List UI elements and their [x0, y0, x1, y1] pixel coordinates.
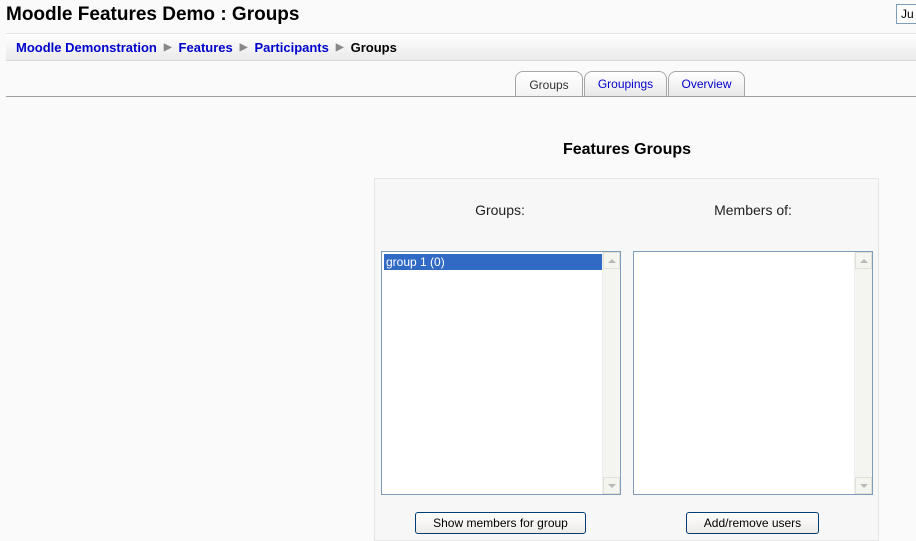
members-scrollbar[interactable]: [854, 252, 872, 494]
arrow-down-icon: [607, 483, 616, 488]
page-title: Moodle Features Demo : Groups: [6, 4, 300, 25]
breadcrumb-separator-icon: ▶: [335, 42, 344, 53]
members-listbox[interactable]: [633, 251, 873, 495]
arrow-down-icon: [859, 483, 868, 488]
breadcrumb: Moodle Demonstration ▶ Features ▶ Partic…: [16, 40, 397, 55]
groups-scrollbar[interactable]: [602, 252, 620, 494]
navbar: Moodle Demonstration ▶ Features ▶ Partic…: [6, 33, 916, 61]
tab-overview[interactable]: Overview: [668, 71, 745, 96]
members-label: Members of:: [714, 202, 792, 218]
scroll-down-button[interactable]: [855, 477, 872, 494]
tab-groupings[interactable]: Groupings: [584, 71, 667, 96]
arrow-up-icon: [859, 258, 868, 263]
show-members-button[interactable]: Show members for group: [415, 512, 586, 534]
breadcrumb-link-participants[interactable]: Participants: [254, 40, 328, 55]
scroll-up-button[interactable]: [603, 252, 620, 269]
breadcrumb-link-features[interactable]: Features: [179, 40, 233, 55]
groups-label: Groups:: [475, 202, 525, 218]
groups-heading: Features Groups: [562, 141, 692, 158]
tab-groups[interactable]: Groups: [515, 71, 583, 97]
scroll-down-button[interactable]: [603, 477, 620, 494]
scroll-up-button[interactable]: [855, 252, 872, 269]
jump-to-select[interactable]: Ju: [896, 4, 916, 24]
add-remove-users-button[interactable]: Add/remove users: [686, 512, 819, 534]
arrow-up-icon: [607, 258, 616, 263]
list-item[interactable]: group 1 (0): [384, 254, 603, 270]
groups-listbox[interactable]: group 1 (0): [381, 251, 621, 495]
breadcrumb-separator-icon: ▶: [239, 42, 248, 53]
tab-divider: [6, 96, 916, 97]
breadcrumb-current: Groups: [350, 40, 397, 55]
breadcrumb-separator-icon: ▶: [163, 42, 172, 53]
breadcrumb-link-moodle-demonstration[interactable]: Moodle Demonstration: [16, 40, 157, 55]
